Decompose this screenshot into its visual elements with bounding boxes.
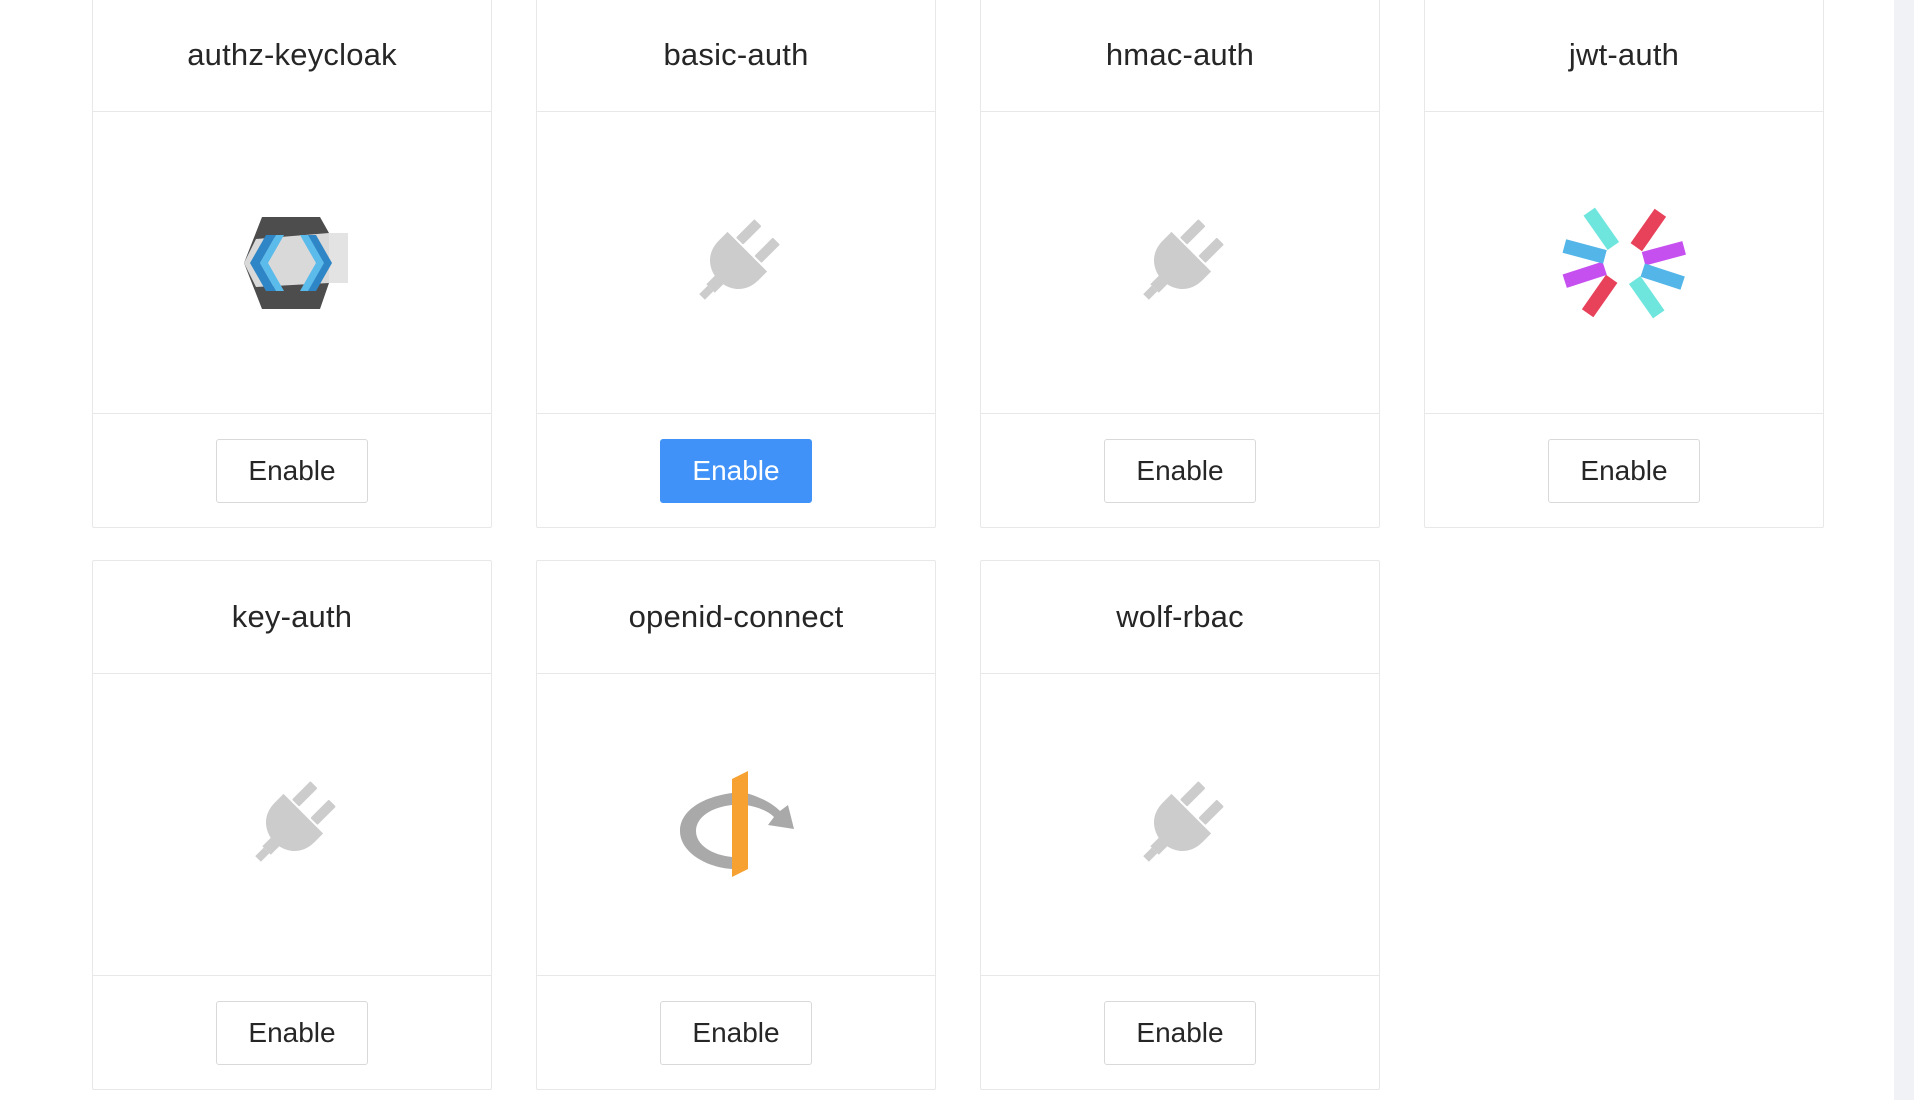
card-body [537,674,935,976]
plug-icon [1143,781,1224,862]
plugin-name: basic-auth [663,37,809,72]
card-body [93,674,491,976]
enable-button[interactable]: Enable [660,438,812,503]
plugin-card-basic-auth: basic-auth Enable [536,0,936,528]
plugin-name: jwt-auth [1568,37,1680,72]
enable-button[interactable]: Enable [660,1000,812,1065]
card-header: authz-keycloak [93,0,491,112]
card-header: basic-auth [537,0,935,112]
enable-button[interactable]: Enable [216,1000,368,1065]
card-body [981,674,1379,976]
enable-button[interactable]: Enable [1104,1000,1256,1065]
plug-icon [699,219,780,300]
plugin-name: openid-connect [628,599,844,634]
enable-button[interactable]: Enable [1548,438,1700,503]
plugin-name: wolf-rbac [1116,599,1244,634]
card-footer: Enable [93,414,491,527]
plugin-card-wolf-rbac: wolf-rbac Enable [980,560,1380,1090]
card-header: hmac-auth [981,0,1379,112]
card-header: key-auth [93,561,491,674]
card-footer: Enable [981,414,1379,527]
plug-icon [1143,219,1224,300]
card-body [537,112,935,414]
card-footer: Enable [537,976,935,1089]
card-body [1425,112,1823,414]
plugin-card-hmac-auth: hmac-auth Enable [980,0,1380,528]
plugin-grid: authz-keycloak Enable basic-auth Enable … [92,0,1824,1090]
enable-button[interactable]: Enable [216,438,368,503]
plugin-list-page: authz-keycloak Enable basic-auth Enable … [0,0,1914,1100]
plugin-card-openid-connect: openid-connect Enable [536,560,936,1090]
plugin-card-authz-keycloak: authz-keycloak Enable [92,0,492,528]
keycloak-logo-icon [244,216,348,309]
card-footer: Enable [537,414,935,527]
scrollbar-track[interactable] [1894,0,1914,1100]
plugin-name: authz-keycloak [187,37,397,72]
plug-icon [255,781,336,862]
openid-logo-icon [680,770,794,877]
card-header: openid-connect [537,561,935,674]
card-footer: Enable [981,976,1379,1089]
jwt-logo-icon [1562,207,1686,318]
plugin-name: hmac-auth [1105,37,1255,72]
plugin-card-jwt-auth: jwt-auth Enable [1424,0,1824,528]
card-footer: Enable [1425,414,1823,527]
enable-button[interactable]: Enable [1104,438,1256,503]
plugin-name: key-auth [231,599,353,634]
card-header: jwt-auth [1425,0,1823,112]
card-footer: Enable [93,976,491,1089]
card-header: wolf-rbac [981,561,1379,674]
card-body [93,112,491,414]
plugin-card-key-auth: key-auth Enable [92,560,492,1090]
card-body [981,112,1379,414]
